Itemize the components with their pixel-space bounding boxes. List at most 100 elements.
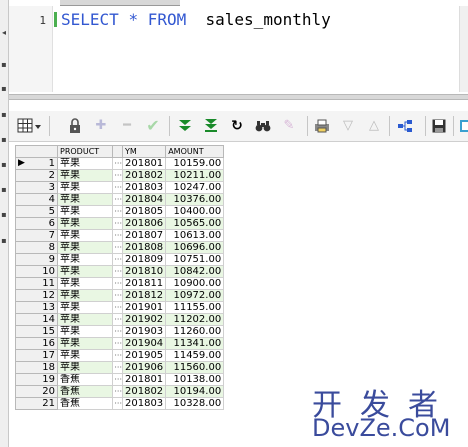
table-row[interactable]: 15 苹果 ··· 201903 11260.00 (15, 325, 225, 338)
table-row[interactable]: 10 苹果 ··· 201810 10842.00 (15, 265, 225, 278)
amount-cell[interactable]: 10696.00 (165, 241, 225, 254)
cell-picker-button[interactable]: ··· (112, 157, 123, 170)
row-number-cell[interactable]: 16 (15, 337, 58, 350)
product-cell[interactable]: 苹果 (57, 277, 113, 290)
table-row[interactable]: 6 苹果 ··· 201806 10565.00 (15, 217, 225, 230)
amount-cell[interactable]: 10211.00 (165, 169, 225, 182)
connect-icon[interactable] (396, 117, 414, 135)
table-row[interactable]: 3 苹果 ··· 201803 10247.00 (15, 181, 225, 194)
add-row-icon[interactable]: ✚ (92, 117, 110, 135)
ym-cell[interactable]: 201803 (121, 397, 167, 410)
table-row[interactable]: 18 苹果 ··· 201906 11560.00 (15, 361, 225, 374)
product-cell[interactable]: 苹果 (57, 337, 113, 350)
product-cell[interactable]: 苹果 (57, 205, 113, 218)
amount-cell[interactable]: 10972.00 (165, 289, 225, 302)
product-cell[interactable]: 苹果 (57, 349, 113, 362)
column-header-ym[interactable]: YM (121, 145, 167, 158)
product-cell[interactable]: 苹果 (57, 169, 113, 182)
ym-cell[interactable]: 201803 (121, 181, 167, 194)
amount-cell[interactable]: 11202.00 (165, 313, 225, 326)
ym-cell[interactable]: 201802 (121, 169, 167, 182)
lock-icon[interactable] (66, 117, 84, 135)
ym-cell[interactable]: 201805 (121, 205, 167, 218)
amount-cell[interactable]: 10400.00 (165, 205, 225, 218)
amount-cell[interactable]: 10751.00 (165, 253, 225, 266)
table-row[interactable]: 11 苹果 ··· 201811 10900.00 (15, 277, 225, 290)
cell-picker-button[interactable]: ··· (112, 193, 123, 206)
fetch-next-icon[interactable] (176, 117, 194, 135)
amount-cell[interactable]: 10900.00 (165, 277, 225, 290)
table-row[interactable]: 4 苹果 ··· 201804 10376.00 (15, 193, 225, 206)
cell-picker-button[interactable]: ··· (112, 205, 123, 218)
row-number-cell[interactable]: 6 (15, 217, 58, 230)
product-cell[interactable]: 苹果 (57, 289, 113, 302)
editor-scrollbar[interactable] (459, 6, 468, 92)
row-number-cell[interactable]: 19 (15, 373, 58, 386)
cell-picker-button[interactable]: ··· (112, 181, 123, 194)
table-row[interactable]: 12 苹果 ··· 201812 10972.00 (15, 289, 225, 302)
table-row[interactable]: 7 苹果 ··· 201807 10613.00 (15, 229, 225, 242)
product-cell[interactable]: 苹果 (57, 265, 113, 278)
find-icon[interactable] (254, 117, 272, 135)
cell-picker-button[interactable]: ··· (112, 313, 123, 326)
row-number-cell[interactable]: 7 (15, 229, 58, 242)
ym-cell[interactable]: 201809 (121, 253, 167, 266)
ym-cell[interactable]: 201901 (121, 301, 167, 314)
ym-cell[interactable]: 201807 (121, 229, 167, 242)
sql-code[interactable]: SELECT * FROM sales_monthly (61, 10, 331, 29)
cell-picker-button[interactable]: ··· (112, 265, 123, 278)
fetch-all-icon[interactable] (202, 117, 220, 135)
ym-cell[interactable]: 201906 (121, 361, 167, 374)
amount-cell[interactable]: 10842.00 (165, 265, 225, 278)
ym-cell[interactable]: 201903 (121, 325, 167, 338)
amount-cell[interactable]: 11560.00 (165, 361, 225, 374)
product-cell[interactable]: 苹果 (57, 253, 113, 266)
row-number-cell[interactable]: 9 (15, 253, 58, 266)
export-icon[interactable] (457, 117, 468, 135)
clear-icon[interactable]: ✎ (280, 117, 298, 135)
cell-picker-button[interactable]: ··· (112, 361, 123, 374)
table-row[interactable]: 20 香蕉 ··· 201802 10194.00 (15, 385, 225, 398)
row-number-cell[interactable]: 14 (15, 313, 58, 326)
cell-picker-button[interactable]: ··· (112, 325, 123, 338)
print-icon[interactable] (313, 117, 331, 135)
ym-cell[interactable]: 201808 (121, 241, 167, 254)
row-number-cell[interactable]: 13 (15, 301, 58, 314)
row-number-cell[interactable]: 12 (15, 289, 58, 302)
amount-cell[interactable]: 10613.00 (165, 229, 225, 242)
refresh-icon[interactable]: ↻ (228, 117, 246, 135)
amount-cell[interactable]: 10159.00 (165, 157, 225, 170)
table-row[interactable]: ▶ 1 苹果 ··· 201801 10159.00 (15, 157, 225, 170)
table-row[interactable]: 14 苹果 ··· 201902 11202.00 (15, 313, 225, 326)
table-row[interactable]: 17 苹果 ··· 201905 11459.00 (15, 349, 225, 362)
cell-picker-button[interactable]: ··· (112, 397, 123, 410)
amount-cell[interactable]: 11155.00 (165, 301, 225, 314)
ym-cell[interactable]: 201804 (121, 193, 167, 206)
product-cell[interactable]: 苹果 (57, 361, 113, 374)
cell-picker-button[interactable]: ··· (112, 229, 123, 242)
ym-cell[interactable]: 201811 (121, 277, 167, 290)
amount-cell[interactable]: 10376.00 (165, 193, 225, 206)
product-cell[interactable]: 香蕉 (57, 397, 113, 410)
table-row[interactable]: 19 香蕉 ··· 201801 10138.00 (15, 373, 225, 386)
post-check-icon[interactable]: ✔ (144, 117, 162, 135)
product-cell[interactable]: 苹果 (57, 325, 113, 338)
column-header-product[interactable]: PRODUCT (57, 145, 113, 158)
amount-cell[interactable]: 11341.00 (165, 337, 225, 350)
delete-row-icon[interactable]: ━ (118, 117, 136, 135)
row-number-cell[interactable]: ▶ 1 (15, 157, 58, 170)
amount-cell[interactable]: 10565.00 (165, 217, 225, 230)
product-cell[interactable]: 香蕉 (57, 373, 113, 386)
row-number-cell[interactable]: 10 (15, 265, 58, 278)
table-row[interactable]: 16 苹果 ··· 201904 11341.00 (15, 337, 225, 350)
cell-picker-button[interactable]: ··· (112, 169, 123, 182)
table-row[interactable]: 13 苹果 ··· 201901 11155.00 (15, 301, 225, 314)
amount-cell[interactable]: 10138.00 (165, 373, 225, 386)
amount-cell[interactable]: 11260.00 (165, 325, 225, 338)
row-number-cell[interactable]: 3 (15, 181, 58, 194)
cell-picker-button[interactable]: ··· (112, 277, 123, 290)
save-icon[interactable] (430, 117, 448, 135)
cell-picker-button[interactable]: ··· (112, 289, 123, 302)
cell-picker-button[interactable]: ··· (112, 301, 123, 314)
cell-picker-button[interactable]: ··· (112, 253, 123, 266)
